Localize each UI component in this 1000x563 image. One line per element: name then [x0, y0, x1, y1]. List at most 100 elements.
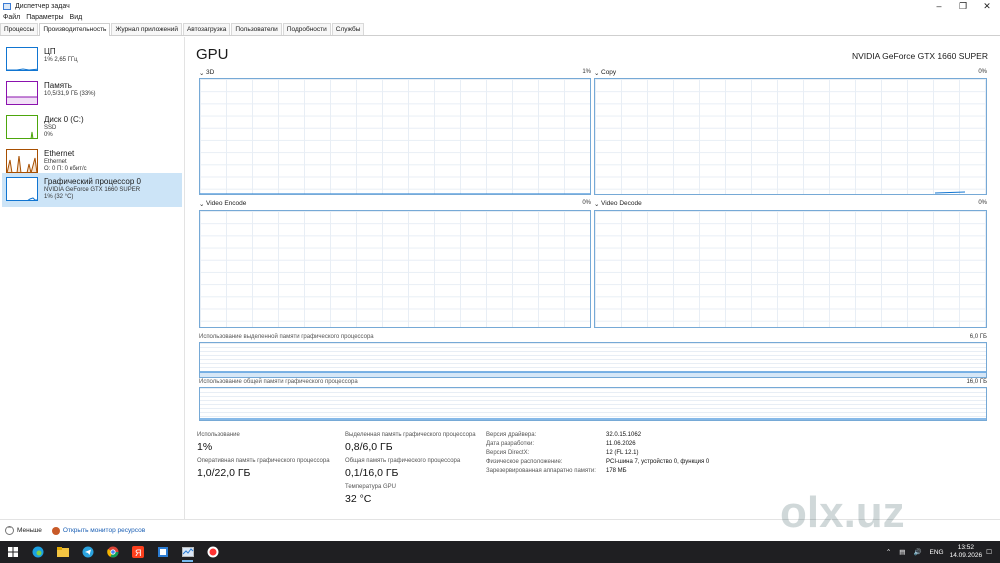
panel-copy-dropdown-icon[interactable]: ⌄ [594, 69, 599, 77]
explorer-taskbar-icon[interactable] [50, 541, 75, 563]
tab-app-history[interactable]: Журнал приложений [111, 23, 182, 35]
panel-encode-label[interactable]: Video Encode [206, 200, 246, 207]
yandex-taskbar-icon[interactable]: Я [125, 541, 150, 563]
dedicated-memory-max: 6,0 ГБ [969, 334, 987, 340]
app-taskbar-icon[interactable] [150, 541, 175, 563]
shared-memory-stat-value: 0,1/16,0 ГБ [345, 467, 399, 479]
menu-bar: Файл Параметры Вид [0, 12, 85, 23]
panel-copy-value: 0% [978, 69, 987, 75]
fewer-details-button[interactable]: Меньше [17, 527, 42, 534]
resource-monitor-icon [51, 526, 60, 535]
clock-time: 13:52 [957, 544, 975, 551]
open-resource-monitor-link[interactable]: Открыть монитор ресурсов [63, 527, 145, 534]
info-key: Дата разработки: [486, 441, 535, 447]
yandex-browser-taskbar-icon[interactable] [200, 541, 225, 563]
title-bar: Диспетчер задач – ❐ ✕ [0, 0, 1000, 12]
panel-encode-value: 0% [582, 200, 591, 206]
clock-date: 14.09.2026 [949, 552, 983, 559]
edge-taskbar-icon[interactable] [25, 541, 50, 563]
gpu-thumbnail [6, 177, 38, 201]
panel-3d-label[interactable]: 3D [206, 69, 214, 76]
usage-value: 1% [197, 441, 213, 453]
shared-memory-label: Использование общей памяти графического … [199, 379, 358, 385]
info-key: Версия драйвера: [486, 432, 537, 438]
task-manager-taskbar-icon[interactable] [175, 541, 200, 563]
sidebar-item-memory[interactable]: Память 10,5/31,9 ГБ (33%) [2, 77, 182, 111]
tab-processes[interactable]: Процессы [0, 23, 39, 35]
driver-date-value: 11.06.2026 [606, 441, 636, 447]
panel-3d-dropdown-icon[interactable]: ⌄ [199, 69, 204, 77]
sidebar-item-cpu[interactable]: ЦП 1% 2,65 ГГц [2, 43, 182, 77]
sidebar-item-detail: О: 0 П: 0 кбит/с [44, 166, 87, 172]
panel-decode-label[interactable]: Video Decode [601, 200, 642, 207]
keyboard-language[interactable]: ENG [930, 549, 944, 556]
gpu-model-name: NVIDIA GeForce GTX 1660 SUPER [851, 51, 988, 61]
ethernet-thumbnail [6, 149, 38, 173]
sidebar-item-detail: 0% [44, 132, 53, 138]
panel-3d-value: 1% [582, 69, 591, 75]
telegram-taskbar-icon[interactable] [75, 541, 100, 563]
gpu-temperature-label: Температура GPU [345, 484, 397, 490]
watermark-logo: olx.uz [780, 488, 905, 537]
gpu-details-panel: GPU NVIDIA GeForce GTX 1660 SUPER ⌄ 3D 1… [186, 37, 1000, 519]
performance-sidebar: ЦП 1% 2,65 ГГц Память 10,5/31,9 ГБ (33%)… [0, 37, 185, 519]
gpu-ram-value: 1,0/22,0 ГБ [197, 467, 251, 479]
menu-options[interactable]: Параметры [23, 14, 66, 21]
dedicated-memory-label: Использование выделенной памяти графичес… [199, 334, 374, 340]
panel-encode-dropdown-icon[interactable]: ⌄ [199, 200, 204, 208]
start-button[interactable] [0, 541, 25, 563]
panel-decode-value: 0% [978, 200, 987, 206]
dedicated-memory-stat-label: Выделенная память графического процессор… [345, 432, 476, 438]
shared-memory-max: 16,0 ГБ [966, 379, 987, 385]
tray-overflow-icon[interactable]: ⌃ [886, 548, 891, 556]
network-icon[interactable]: ▤ [899, 548, 905, 556]
page-title: GPU [196, 46, 229, 63]
gpu-ram-label: Оперативная память графического процессо… [197, 458, 330, 464]
gpu-temperature-value: 32 °C [345, 493, 372, 505]
panel-decode-dropdown-icon[interactable]: ⌄ [594, 200, 599, 208]
dedicated-memory-graph [199, 342, 987, 378]
sidebar-item-gpu0[interactable]: Графический процессор 0 NVIDIA GeForce G… [2, 173, 182, 207]
task-manager-icon [3, 2, 11, 10]
engine-graph-video-encode [199, 210, 591, 328]
cpu-thumbnail [6, 47, 38, 71]
shared-memory-stat-label: Общая память графического процессора [345, 458, 461, 464]
chrome-taskbar-icon[interactable] [100, 541, 125, 563]
tab-bar: Процессы Производительность Журнал прило… [0, 23, 1000, 36]
sidebar-item-disk[interactable]: Диск 0 (C:) SSD 0% [2, 111, 182, 145]
menu-file[interactable]: Файл [0, 14, 23, 21]
minimize-button[interactable]: – [926, 0, 952, 12]
clock[interactable]: 13:52 14.09.2026 [950, 544, 983, 560]
sidebar-item-detail: SSD [44, 125, 57, 131]
info-key: Зарезервированная аппаратно памяти: [486, 468, 596, 474]
chevron-up-icon[interactable]: ⌃ [5, 526, 14, 535]
sidebar-item-detail: 1% 2,65 ГГц [44, 57, 78, 63]
sidebar-item-detail: Ethernet [44, 159, 67, 165]
menu-view[interactable]: Вид [67, 14, 86, 21]
tab-startup[interactable]: Автозагрузка [182, 23, 231, 35]
svg-text:Я: Я [135, 548, 142, 558]
directx-version-value: 12 (FL 12.1) [606, 450, 639, 456]
shared-memory-graph [199, 387, 987, 421]
tab-users[interactable]: Пользователи [231, 23, 282, 35]
panel-copy-label[interactable]: Copy [601, 69, 616, 76]
notifications-icon[interactable]: ☐ [986, 548, 992, 556]
reserved-memory-value: 178 МБ [606, 468, 627, 474]
tab-performance[interactable]: Производительность [39, 23, 111, 36]
tab-details[interactable]: Подробности [282, 23, 331, 35]
info-key: Физическое расположение: [486, 459, 563, 465]
windows-icon [7, 547, 18, 557]
engine-graph-3d [199, 78, 591, 195]
sidebar-item-detail: 1% (32 °C) [44, 194, 74, 200]
sidebar-item-detail: 10,5/31,9 ГБ (33%) [44, 91, 96, 97]
usage-label: Использование [197, 432, 240, 438]
maximize-button[interactable]: ❐ [950, 0, 976, 12]
volume-icon[interactable]: 🔊 [913, 548, 921, 556]
tab-services[interactable]: Службы [331, 23, 365, 35]
sidebar-item-label: Диск 0 (C:) [44, 115, 84, 124]
memory-thumbnail [6, 81, 38, 105]
sidebar-item-detail: NVIDIA GeForce GTX 1660 SUPER [44, 187, 141, 193]
sidebar-item-label: Ethernet [44, 149, 75, 158]
driver-version-value: 32.0.15.1062 [606, 432, 642, 438]
close-button[interactable]: ✕ [974, 0, 1000, 12]
